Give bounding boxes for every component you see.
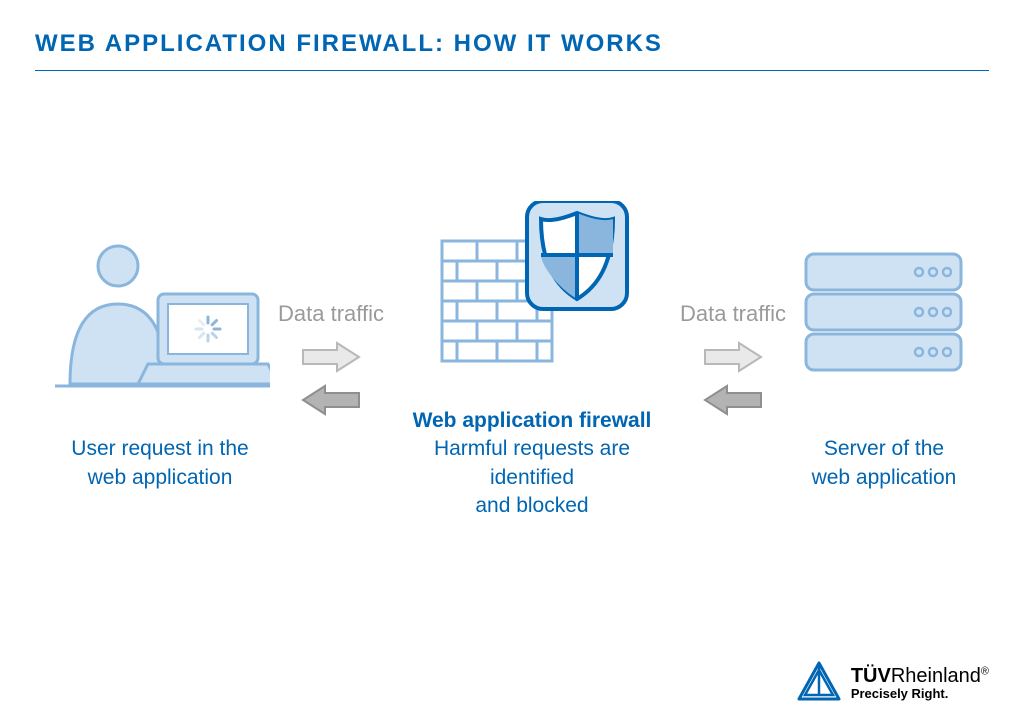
user-laptop-icon [50, 229, 270, 399]
brand-logo: TÜVRheinland® Precisely Right. [797, 661, 989, 706]
waf-caption-line2: and blocked [392, 492, 672, 520]
traffic-left: Data traffic [278, 301, 384, 421]
arrow-left-icon [301, 384, 361, 421]
server-caption-line1: Server of the [812, 435, 957, 463]
arrow-right-icon [301, 341, 361, 378]
brand-reg: ® [981, 666, 989, 678]
arrow-left-icon [703, 384, 763, 421]
user-column: User request in the web application [50, 229, 270, 492]
server-icon [801, 229, 966, 399]
traffic-left-label: Data traffic [278, 301, 384, 327]
server-column: Server of the web application [794, 229, 974, 492]
arrow-right-icon [703, 341, 763, 378]
waf-caption-line1: Harmful requests are identified [392, 435, 672, 492]
traffic-right: Data traffic [680, 301, 786, 421]
waf-column: Web application firewall Harmful request… [392, 201, 672, 520]
brand-tagline: Precisely Right. [851, 687, 989, 701]
user-caption-line2: web application [71, 464, 248, 492]
firewall-shield-icon [432, 201, 632, 371]
user-caption-line1: User request in the [71, 435, 248, 463]
brand-name-rest: Rheinland [891, 665, 981, 687]
waf-caption: Web application firewall Harmful request… [392, 407, 672, 520]
server-caption: Server of the web application [812, 435, 957, 492]
diagram-row: User request in the web application Data… [35, 201, 989, 520]
traffic-right-label: Data traffic [680, 301, 786, 327]
tuv-triangle-icon [797, 661, 841, 706]
user-caption: User request in the web application [71, 435, 248, 492]
waf-heading: Web application firewall [392, 407, 672, 435]
brand-text: TÜVRheinland® Precisely Right. [851, 666, 989, 701]
server-caption-line2: web application [812, 464, 957, 492]
brand-name-bold: TÜV [851, 665, 891, 687]
page-title: WEB APPLICATION FIREWALL: HOW IT WORKS [35, 30, 989, 71]
